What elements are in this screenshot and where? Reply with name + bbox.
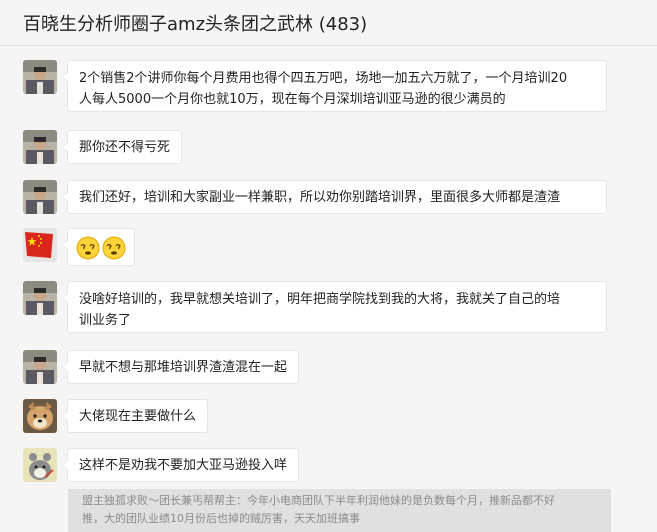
flag-avatar[interactable]: [23, 228, 57, 262]
message-bubble[interactable]: 没啥好培训的，我早就想关培训了，明年把商学院找到我的大将，我就关了自己的培 训业…: [62, 281, 607, 333]
message-bubble[interactable]: 那你还不得亏死: [61, 130, 183, 164]
message-bubble[interactable]: 这样不是劝我不要加大亚马逊投入咩: [61, 448, 300, 482]
user-photo-avatar[interactable]: [23, 180, 57, 214]
dog-avatar[interactable]: [23, 399, 57, 433]
user-photo-avatar[interactable]: [23, 130, 57, 164]
message-text: 2个销售2个讲师你每个月费用也得个四五万吧，场地一加五六万就了，一个月培训20: [79, 71, 568, 86]
message-text: 那你还不得亏死: [79, 140, 171, 155]
message-bubble[interactable]: [62, 228, 135, 266]
group-notice: 盟主独孤求败～团长兼丐帮帮主：今年小电商团队下半年利润他妹的是负数每个月，推新品…: [68, 489, 611, 532]
message-bubble[interactable]: 我们还好，培训和大家副业一样兼职，所以劝你别踏培训界，里面很多大师都是渣渣: [62, 180, 607, 214]
user-photo-avatar[interactable]: [23, 281, 57, 315]
notice-text: 推，大的团队业绩10月份后也掉的贼厉害，天天加班搞事: [82, 512, 360, 525]
chat-header: 百晓生分析师圈子amz头条团之武林 (483): [0, 0, 657, 46]
message-text: 训业务了: [79, 313, 132, 328]
notice-text: 盟主独孤求败～团长兼丐帮帮主：今年小电商团队下半年利润他妹的是负数每个月，推新品…: [82, 494, 555, 507]
dizzy-face-emoji: [76, 236, 100, 260]
message-text: 没啥好培训的，我早就想关培训了，明年把商学院找到我的大将，我就关了自己的培: [79, 292, 561, 307]
message-text: 早就不想与那堆培训界渣渣混在一起: [79, 360, 288, 375]
cartoon-avatar[interactable]: [23, 448, 57, 482]
chat-title: 百晓生分析师圈子amz头条团之武林 (483): [23, 14, 368, 35]
user-photo-avatar[interactable]: [23, 60, 57, 94]
dizzy-face-emoji: [102, 236, 126, 260]
user-photo-avatar[interactable]: [23, 350, 57, 384]
message-text: 这样不是劝我不要加大亚马逊投入咩: [79, 458, 288, 473]
message-text: 人每人5000一个月你也就10万，现在每个月深圳培训亚马逊的很少满员的: [79, 92, 506, 107]
message-bubble[interactable]: 早就不想与那堆培训界渣渣混在一起: [61, 350, 300, 384]
message-bubble[interactable]: 大佬现在主要做什么: [61, 399, 209, 433]
message-bubble[interactable]: 2个销售2个讲师你每个月费用也得个四五万吧，场地一加五六万就了，一个月培训20 …: [62, 60, 607, 112]
message-list[interactable]: 2个销售2个讲师你每个月费用也得个四五万吧，场地一加五六万就了，一个月培训20 …: [0, 46, 657, 532]
message-text: 大佬现在主要做什么: [79, 409, 197, 424]
message-text: 我们还好，培训和大家副业一样兼职，所以劝你别踏培训界，里面很多大师都是渣渣: [79, 190, 561, 205]
